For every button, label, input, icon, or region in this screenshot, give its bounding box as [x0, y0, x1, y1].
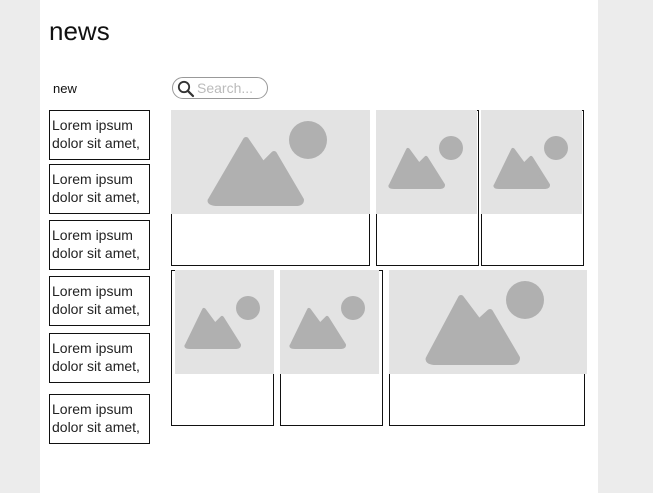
image-placeholder-icon: [175, 270, 274, 374]
search-icon[interactable]: [177, 80, 195, 98]
list-item[interactable]: Lorem ipsum dolor sit amet,: [49, 164, 150, 214]
image-placeholder-icon: [389, 270, 587, 374]
search-box[interactable]: [172, 77, 268, 99]
image-placeholder-icon: [481, 110, 582, 214]
search-input[interactable]: [197, 79, 263, 97]
sidebar-heading: new: [53, 81, 77, 96]
list-item[interactable]: Lorem ipsum dolor sit amet,: [49, 110, 150, 160]
image-placeholder-icon: [171, 110, 370, 214]
list-item[interactable]: Lorem ipsum dolor sit amet,: [49, 333, 150, 383]
image-placeholder-icon: [376, 110, 477, 214]
page-title: news: [49, 16, 110, 46]
list-item[interactable]: Lorem ipsum dolor sit amet,: [49, 394, 150, 444]
list-item[interactable]: Lorem ipsum dolor sit amet,: [49, 276, 150, 326]
image-placeholder-icon: [280, 270, 379, 374]
list-item[interactable]: Lorem ipsum dolor sit amet,: [49, 220, 150, 270]
